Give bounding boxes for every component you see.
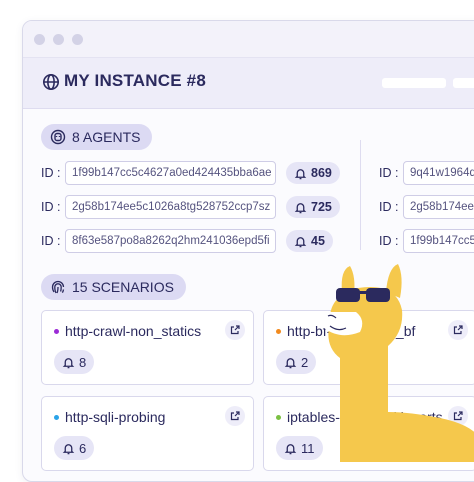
llama-mascot-illustration xyxy=(322,264,474,462)
scenario-name: http-crawl-non_statics xyxy=(54,323,201,339)
id-label: ID : xyxy=(41,166,61,180)
scenario-color-dot xyxy=(276,328,281,334)
window-dot[interactable] xyxy=(34,33,45,45)
agent-row: ID : 2g58b174ee5 xyxy=(379,195,474,219)
agents-count-label: 8 AGENTS xyxy=(72,129,141,145)
scenario-alert-count: 6 xyxy=(79,440,87,456)
header-placeholder-bar xyxy=(453,78,474,88)
scenario-alert-count: 8 xyxy=(79,354,87,370)
bell-icon xyxy=(294,168,307,179)
bell-icon xyxy=(284,357,297,368)
scenario-color-dot xyxy=(276,414,281,420)
alert-count-badge[interactable]: 725 xyxy=(286,196,340,218)
scenario-card[interactable]: http-crawl-non_statics 8 xyxy=(41,310,254,385)
agent-id-field[interactable]: 1f99b147cc5c4627a0ed424435bba6ae xyxy=(65,161,276,185)
open-external-button[interactable] xyxy=(225,320,245,340)
scenario-color-dot xyxy=(54,414,59,420)
alert-count: 45 xyxy=(311,234,325,248)
id-label: ID : xyxy=(41,200,61,214)
scenario-alert-count: 2 xyxy=(301,354,309,370)
external-link-icon xyxy=(230,325,240,335)
id-label: ID : xyxy=(379,234,399,248)
id-label: ID : xyxy=(41,234,61,248)
id-label: ID : xyxy=(379,200,399,214)
alert-count: 869 xyxy=(311,166,332,180)
open-external-button[interactable] xyxy=(225,406,245,426)
alert-count: 725 xyxy=(311,200,332,214)
globe-icon xyxy=(42,73,60,91)
bell-icon xyxy=(62,357,75,368)
scenario-alert-badge: 6 xyxy=(54,436,95,460)
scenarios-count-pill[interactable]: 15 SCENARIOS xyxy=(41,274,186,300)
external-link-icon xyxy=(230,411,240,421)
bell-icon xyxy=(284,443,297,454)
bell-icon xyxy=(294,202,307,213)
agent-id-field[interactable]: 2g58b174ee5 xyxy=(403,195,474,219)
agent-row: ID : 2g58b174ee5c1026a8tg528752ccp7sz 72… xyxy=(41,195,340,219)
bell-icon xyxy=(294,236,307,247)
agent-row: ID : 9q41w1964q xyxy=(379,161,474,185)
instance-title: MY INSTANCE #8 xyxy=(64,71,206,90)
agent-row: ID : 1f99b147cc5 xyxy=(379,229,474,253)
id-label: ID : xyxy=(379,166,399,180)
window-dot[interactable] xyxy=(72,33,83,45)
alert-count-badge[interactable]: 869 xyxy=(286,162,340,184)
fingerprint-icon xyxy=(51,280,65,294)
scenario-color-dot xyxy=(54,328,59,334)
instance-header: MY INSTANCE #8 xyxy=(23,58,474,109)
agent-id-field[interactable]: 1f99b147cc5 xyxy=(403,229,474,253)
agent-id-field[interactable]: 2g58b174ee5c1026a8tg528752ccp7sz xyxy=(65,195,276,219)
agent-icon xyxy=(50,129,66,145)
scenario-name: http-sqli-probing xyxy=(54,409,165,425)
agent-id-field[interactable]: 9q41w1964q xyxy=(403,161,474,185)
agents-count-pill[interactable]: 8 AGENTS xyxy=(41,124,153,150)
scenario-name-label: http-crawl-non_statics xyxy=(65,323,202,339)
window-titlebar xyxy=(23,21,474,58)
scenarios-count-label: 15 SCENARIOS xyxy=(72,279,174,295)
header-placeholder-bar xyxy=(382,78,446,88)
agent-row: ID : 8f63e587po8a8262q2hm241036epd5fi 45 xyxy=(41,229,333,253)
agent-id-field[interactable]: 8f63e587po8a8262q2hm241036epd5fi xyxy=(65,229,276,253)
window-dot[interactable] xyxy=(53,33,64,45)
scenario-name-label: http-sqli-probing xyxy=(65,409,166,425)
scenario-card[interactable]: http-sqli-probing 6 xyxy=(41,396,254,471)
alert-count-badge[interactable]: 45 xyxy=(286,230,333,252)
bell-icon xyxy=(62,443,75,454)
column-divider xyxy=(360,140,361,250)
scenario-alert-badge: 8 xyxy=(54,350,95,374)
agent-row: ID : 1f99b147cc5c4627a0ed424435bba6ae 86… xyxy=(41,161,340,185)
